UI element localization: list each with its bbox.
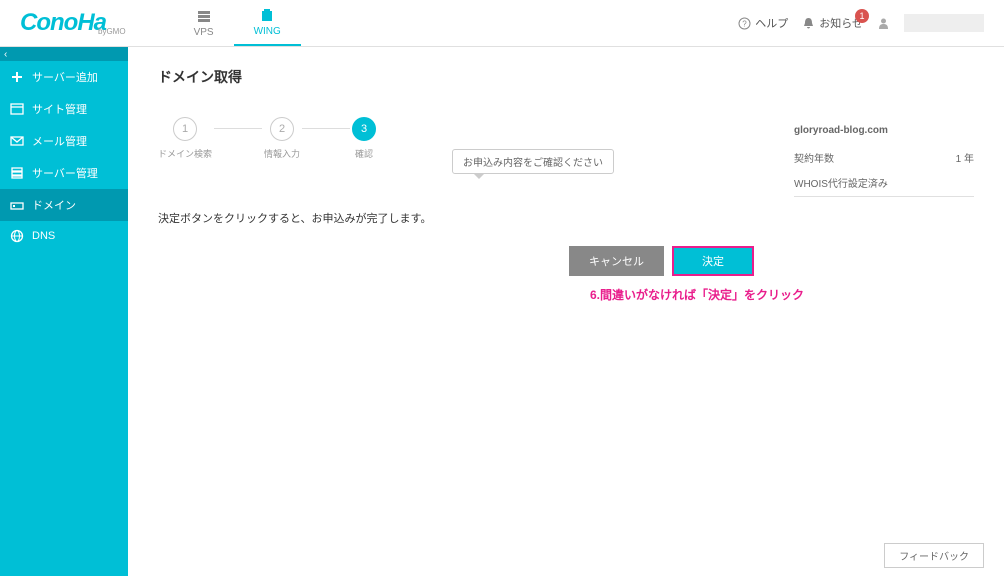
sidebar-label: サーバー管理: [32, 165, 98, 181]
step-tooltip: お申込み内容をご確認ください: [452, 149, 614, 174]
user-placeholder[interactable]: [904, 14, 984, 32]
topnav-vps[interactable]: VPS: [174, 0, 234, 46]
sidebar-label: サイト管理: [32, 101, 87, 117]
logo-text: ConoHa: [20, 9, 106, 36]
logo[interactable]: ConoHa: [20, 9, 106, 37]
sidebar-item-dns[interactable]: DNS: [0, 221, 128, 251]
main: ドメイン取得 お申込み内容をご確認ください 1 ドメイン検索 2 情報入力 3 …: [128, 47, 1004, 576]
topnav-label: WING: [254, 26, 281, 37]
user-icon[interactable]: [877, 17, 890, 30]
server-stack-icon: [196, 9, 212, 25]
sidebar-item-server[interactable]: サーバー管理: [0, 157, 128, 189]
sidebar-item-site[interactable]: サイト管理: [0, 93, 128, 125]
contract-value: 1 年: [956, 150, 974, 165]
info-domain: gloryroad-blog.com: [794, 125, 974, 136]
step-label: 情報入力: [264, 147, 300, 160]
feedback-button[interactable]: フィードバック: [884, 543, 984, 568]
globe-icon: [10, 229, 24, 243]
sidebar-label: メール管理: [32, 133, 87, 149]
help-link[interactable]: ? ヘルプ: [738, 15, 788, 31]
notif-badge: 1: [855, 9, 869, 23]
plus-icon: [10, 70, 24, 84]
sidebar-item-domain[interactable]: ドメイン: [0, 189, 128, 221]
cancel-button[interactable]: キャンセル: [569, 246, 664, 276]
header-right: ? ヘルプ 1 お知らせ: [738, 14, 984, 32]
sidebar-label: ドメイン: [32, 197, 76, 213]
logo-sub: byGMO: [98, 27, 126, 36]
step-label: ドメイン検索: [158, 147, 212, 160]
topnav-label: VPS: [194, 27, 214, 38]
topnav: VPS WING: [174, 0, 301, 46]
wing-icon: [259, 8, 275, 24]
topnav-wing[interactable]: WING: [234, 0, 301, 46]
annotation-text: 6.間違いがなければ「決定」をクリック: [158, 286, 804, 303]
sidebar-collapse[interactable]: ‹: [0, 47, 128, 61]
chevron-left-icon: ‹: [4, 49, 7, 60]
help-icon: ?: [738, 17, 751, 30]
sidebar-item-mail[interactable]: メール管理: [0, 125, 128, 157]
step-2: 2 情報入力: [264, 117, 300, 160]
step-3: 3 確認: [352, 117, 376, 160]
header: ConoHa byGMO VPS WING ? ヘルプ 1: [0, 0, 1004, 47]
sidebar: ‹ サーバー追加 サイト管理 メール管理 サーバー管理 ドメイン DNS: [0, 47, 128, 576]
site-icon: [10, 102, 24, 116]
info-contract-row: 契約年数 1 年: [794, 150, 974, 165]
domain-icon: [10, 198, 24, 212]
help-label: ヘルプ: [755, 15, 788, 31]
sidebar-label: サーバー追加: [32, 69, 98, 85]
info-whois: WHOIS代行設定済み: [794, 175, 974, 197]
info-panel: gloryroad-blog.com 契約年数 1 年 WHOIS代行設定済み: [794, 125, 974, 197]
confirm-button[interactable]: 決定: [672, 246, 754, 276]
sidebar-item-server-add[interactable]: サーバー追加: [0, 61, 128, 93]
page-title: ドメイン取得: [158, 67, 974, 87]
confirm-text: 決定ボタンをクリックすると、お申込みが完了します。: [158, 210, 974, 226]
step-number: 3: [352, 117, 376, 141]
notifications-link[interactable]: 1 お知らせ: [802, 15, 863, 31]
contract-label: 契約年数: [794, 150, 834, 165]
bell-icon: [802, 17, 815, 30]
step-connector: [214, 128, 262, 129]
step-number: 1: [173, 117, 197, 141]
sidebar-label: DNS: [32, 230, 55, 242]
step-label: 確認: [355, 147, 373, 160]
server-icon: [10, 166, 24, 180]
button-row: キャンセル 決定: [158, 246, 754, 276]
svg-text:?: ?: [742, 19, 747, 28]
mail-icon: [10, 134, 24, 148]
step-number: 2: [270, 117, 294, 141]
step-connector: [302, 128, 350, 129]
step-1: 1 ドメイン検索: [158, 117, 212, 160]
